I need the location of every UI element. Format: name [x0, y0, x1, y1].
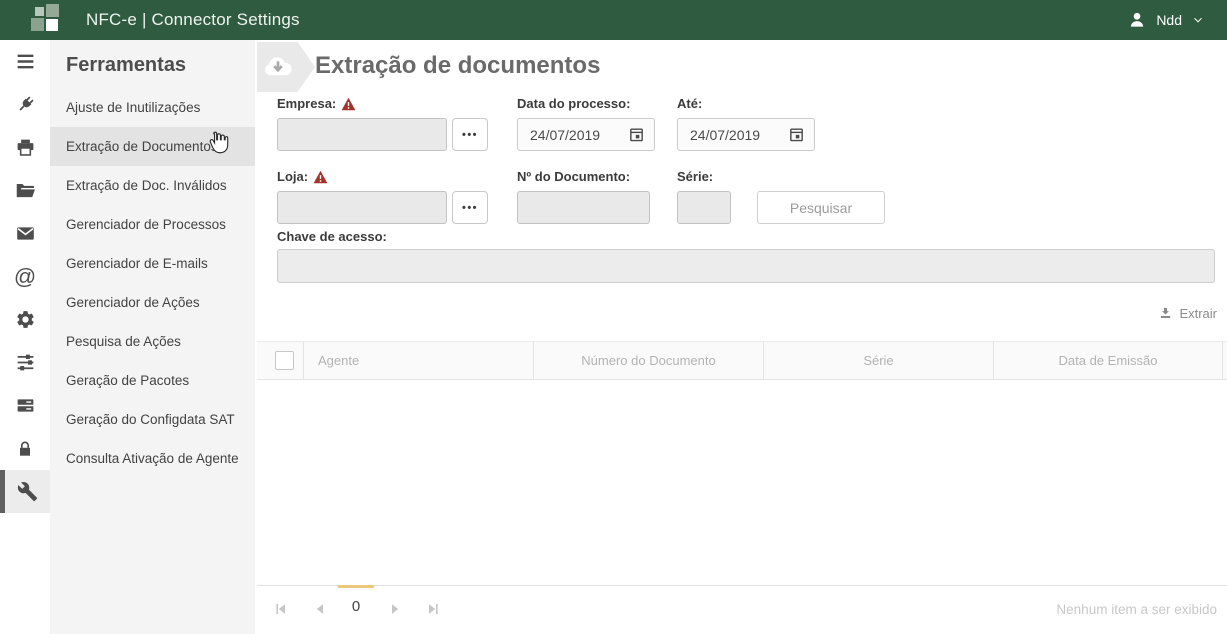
serie-input[interactable] [677, 191, 731, 224]
empresa-browse-button[interactable]: ••• [452, 118, 488, 151]
page-title-banner [257, 42, 315, 92]
sidebar-item-gerenciador-emails[interactable]: Gerenciador de E-mails [50, 244, 255, 283]
column-data-emissao[interactable]: Data de Emissão [993, 342, 1222, 379]
current-page-number[interactable]: 0 [338, 598, 374, 615]
ate-value: 24/07/2019 [690, 127, 788, 143]
select-all-cell [257, 342, 303, 379]
sidebar-item-geracao-configdata-sat[interactable]: Geração do Configdata SAT [50, 400, 255, 439]
user-name: Ndd [1156, 12, 1182, 28]
wrench-icon [17, 481, 38, 502]
sidebar-item-extracao-documentos[interactable]: Extração de Documentos [50, 127, 255, 166]
num-documento-label: Nº do Documento: [517, 169, 630, 184]
data-processo-value: 24/07/2019 [530, 127, 628, 143]
sidebar-item-gerenciador-acoes[interactable]: Gerenciador de Ações [50, 283, 255, 322]
rail-files-button[interactable] [0, 169, 50, 212]
folder-open-icon [15, 180, 36, 201]
page-title: Extração de documentos [315, 52, 600, 80]
sidebar-item-geracao-pacotes[interactable]: Geração de Pacotes [50, 361, 255, 400]
icon-rail: @ [0, 40, 50, 634]
num-documento-input[interactable] [517, 191, 650, 224]
menu-icon [15, 51, 36, 72]
data-processo-label: Data do processo: [517, 96, 630, 111]
topbar: NFC-e | Connector Settings Ndd [0, 0, 1227, 40]
sidebar-heading: Ferramentas [50, 40, 255, 88]
sidebar-item-ajuste-inutilizacoes[interactable]: Ajuste de Inutilizações [50, 88, 255, 127]
loja-label: Loja: [277, 169, 328, 184]
at-sign-icon: @ [14, 266, 36, 288]
column-serie[interactable]: Série [763, 342, 993, 379]
ate-datepicker[interactable]: 24/07/2019 [677, 118, 815, 151]
rail-connections-button[interactable] [0, 83, 50, 126]
calendar-icon[interactable] [628, 126, 645, 143]
user-menu[interactable]: Ndd [1127, 10, 1213, 30]
app-title: NFC-e | Connector Settings [86, 10, 300, 30]
column-agente[interactable]: Agente [303, 342, 533, 379]
lock-icon [15, 439, 35, 459]
sidebar-item-consulta-ativacao-agente[interactable]: Consulta Ativação de Agente [50, 439, 255, 478]
rail-security-button[interactable] [0, 427, 50, 470]
chevron-down-icon [1191, 13, 1205, 27]
rail-email-manager-button[interactable]: @ [0, 255, 50, 298]
warning-icon [313, 170, 328, 184]
printer-icon [15, 137, 36, 158]
sidebar-item-gerenciador-processos[interactable]: Gerenciador de Processos [50, 205, 255, 244]
warning-icon [341, 97, 356, 111]
current-page-indicator [338, 585, 374, 588]
cloud-download-icon [262, 51, 294, 83]
last-page-icon[interactable] [425, 601, 441, 617]
empresa-label: Empresa: [277, 96, 356, 111]
calendar-icon[interactable] [788, 126, 805, 143]
download-icon [1158, 306, 1173, 321]
select-all-checkbox[interactable] [275, 351, 294, 370]
extrair-button[interactable]: Extrair [1158, 306, 1217, 321]
rail-settings-button[interactable] [0, 298, 50, 341]
app-logo-icon [28, 3, 64, 37]
main-content: Extração de documentos Empresa: Data do … [255, 40, 1227, 634]
sidebar-item-extracao-doc-invalidos[interactable]: Extração de Doc. Inválidos [50, 166, 255, 205]
plug-icon [15, 94, 36, 115]
previous-page-icon[interactable] [312, 601, 328, 617]
first-page-icon[interactable] [273, 601, 289, 617]
envelope-icon [15, 223, 36, 244]
loja-input[interactable] [277, 191, 447, 224]
user-icon [1127, 10, 1147, 30]
data-processo-datepicker[interactable]: 24/07/2019 [517, 118, 655, 151]
empresa-input[interactable] [277, 118, 447, 151]
rail-menu-button[interactable] [0, 40, 50, 83]
chave-acesso-label: Chave de acesso: [277, 229, 387, 244]
ate-label: Até: [677, 96, 702, 111]
app-window: NFC-e | Connector Settings Ndd [0, 0, 1227, 634]
ellipsis-icon: ••• [462, 202, 478, 214]
ellipsis-icon: ••• [462, 129, 478, 141]
column-stub [1222, 342, 1227, 379]
results-table-header: Agente Número do Documento Série Data de… [257, 341, 1227, 380]
sidebar-item-pesquisa-acoes[interactable]: Pesquisa de Ações [50, 322, 255, 361]
rail-tools-button[interactable] [0, 470, 50, 513]
column-numero-documento[interactable]: Número do Documento [533, 342, 763, 379]
serie-label: Série: [677, 169, 713, 184]
rail-mail-button[interactable] [0, 212, 50, 255]
loja-browse-button[interactable]: ••• [452, 191, 488, 224]
server-icon [15, 395, 36, 416]
extrair-label: Extrair [1179, 306, 1217, 321]
pesquisar-button[interactable]: Pesquisar [757, 191, 885, 224]
pager: 0 Nenhum item a ser exibido [257, 585, 1227, 634]
rail-printer-button[interactable] [0, 126, 50, 169]
rail-server-button[interactable] [0, 384, 50, 427]
gear-icon [15, 309, 36, 330]
chave-acesso-input[interactable] [277, 249, 1215, 283]
next-page-icon[interactable] [387, 601, 403, 617]
sidebar: Ferramentas Ajuste de Inutilizações Extr… [50, 40, 255, 634]
pager-empty-message: Nenhum item a ser exibido [1056, 602, 1217, 617]
rail-tuning-button[interactable] [0, 341, 50, 384]
sliders-icon [15, 352, 36, 373]
